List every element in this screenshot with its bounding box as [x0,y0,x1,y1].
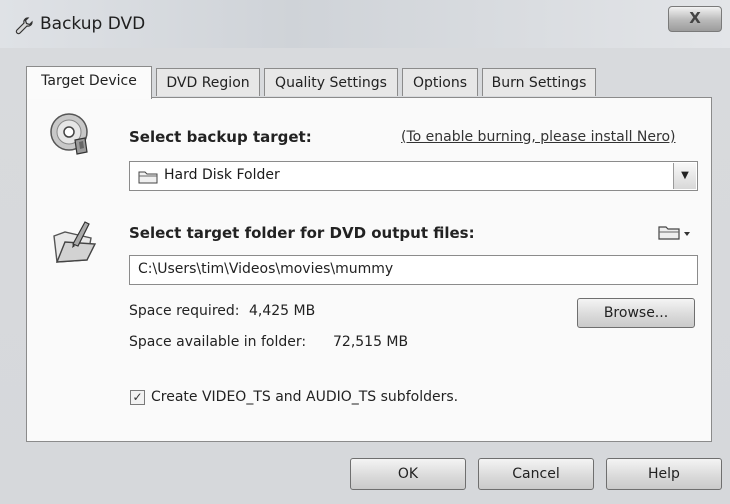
ok-button[interactable]: OK [350,458,466,490]
tab-burn-settings[interactable]: Burn Settings [482,68,596,96]
title-bar[interactable]: Backup DVD X [0,0,730,48]
window-title: Backup DVD [40,14,146,34]
create-subfolders-checkbox[interactable]: ✓ [130,390,145,405]
space-available-label: Space available in folder: [129,334,307,350]
tab-options[interactable]: Options [402,68,478,96]
folder-menu-button[interactable] [657,223,693,241]
dropdown-arrow-icon[interactable]: ▼ [673,163,696,189]
tab-target-device[interactable]: Target Device [26,66,152,99]
space-required-value: 4,425 MB [249,303,316,319]
folder-write-icon [53,221,97,263]
backup-target-heading: Select backup target: [129,128,312,146]
browse-button[interactable]: Browse... [577,298,695,328]
backup-dvd-window: Backup DVD X Target Device DVD Region Qu… [0,0,730,504]
help-button[interactable]: Help [606,458,722,490]
target-folder-heading: Select target folder for DVD output file… [129,224,475,242]
backup-target-value: Hard Disk Folder [164,167,280,183]
create-subfolders-label[interactable]: Create VIDEO_TS and AUDIO_TS subfolders. [151,389,458,405]
output-folder-input[interactable] [138,261,678,277]
close-button[interactable]: X [668,6,722,32]
wrench-icon [15,17,33,35]
tab-dvd-region[interactable]: DVD Region [156,68,260,96]
dvd-disc-icon [50,113,88,155]
output-folder-field[interactable] [129,255,698,285]
space-required-label: Space required: [129,303,240,319]
tab-quality-settings[interactable]: Quality Settings [264,68,398,96]
backup-target-select[interactable]: Hard Disk Folder ▼ [129,161,698,191]
cancel-button[interactable]: Cancel [478,458,594,490]
space-available-value: 72,515 MB [333,334,409,350]
folder-icon [138,171,158,184]
install-nero-link[interactable]: (To enable burning, please install Nero) [401,129,676,145]
target-device-panel: Select backup target: (To enable burning… [26,97,712,442]
